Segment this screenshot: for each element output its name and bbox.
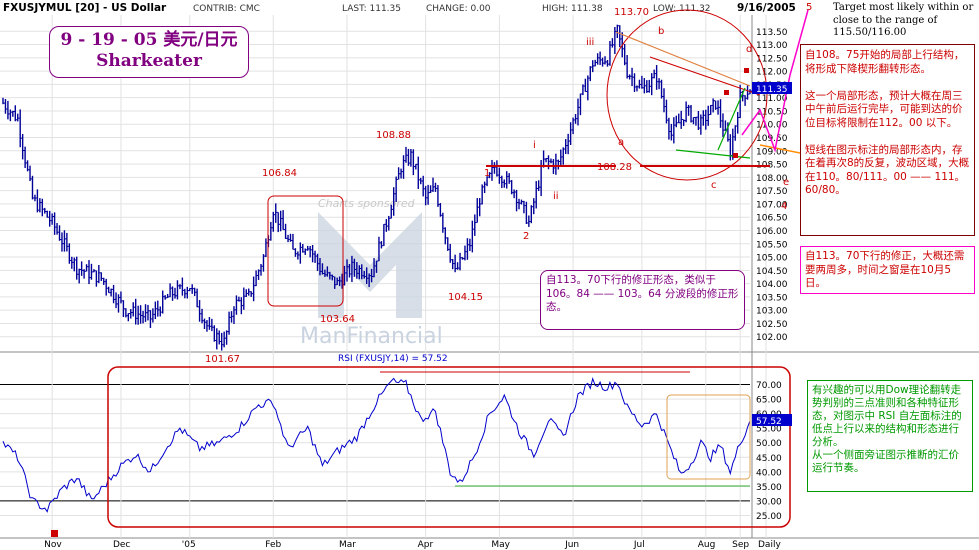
date-label: 9/16/2005: [737, 2, 796, 14]
price-tick-label: 103.50: [756, 293, 788, 303]
month-label: Jul: [633, 540, 645, 550]
wave-label: b: [658, 26, 664, 37]
price-tick-label: 105.50: [756, 240, 788, 250]
wave-label: d: [746, 44, 752, 55]
rsi-tick-label: 50.00: [756, 439, 782, 449]
rsi-low-marker: [51, 530, 58, 537]
wave-label: 2: [523, 231, 529, 242]
month-label: Aug: [698, 540, 716, 550]
price-annotation: 113.70: [614, 7, 649, 18]
wave-label: e: [783, 177, 789, 188]
pivot-marker: [744, 68, 749, 73]
watermark-brand: ManFinancial: [300, 324, 443, 349]
month-label: Apr: [418, 540, 434, 550]
price-tick-label: 102.50: [756, 320, 788, 330]
rsi-title: RSI (FXUSJY,14) = 57.52: [338, 354, 448, 364]
rsi-tick-label: 25.00: [756, 512, 782, 522]
price-annotation: 103.64: [320, 314, 355, 325]
price-annotation: 108.88: [376, 130, 411, 141]
last-price-value: 111.35: [756, 85, 788, 95]
price-tick-label: 111.00: [756, 94, 788, 104]
month-label: Feb: [265, 540, 281, 550]
month-label: '05: [182, 540, 196, 550]
pivot-marker: [733, 153, 738, 158]
last-label: LAST: 111.35: [342, 4, 401, 14]
price-annotation: 101.67: [205, 354, 240, 365]
price-tick-label: 106.00: [756, 227, 788, 237]
month-label: Nov: [44, 540, 62, 550]
rsi-line: [2, 377, 751, 513]
rsi-tick-label: 35.00: [756, 483, 782, 493]
pivot-marker: [724, 90, 729, 95]
wave-label: c: [711, 180, 717, 191]
price-tick-label: 104.00: [756, 280, 788, 290]
rsi-local-box: [666, 394, 751, 480]
watermark-sponsor: Charts sponsored: [318, 197, 416, 210]
rsi-tick-label: 65.00: [756, 396, 782, 406]
rsi-tick-label: 45.00: [756, 454, 782, 464]
rsi-tick-label: 40.00: [756, 468, 782, 478]
month-label: Mar: [339, 540, 356, 550]
upper-trendline: [615, 31, 751, 87]
target-note: Target most likely within or close to th…: [833, 2, 974, 38]
wave-label: 5: [806, 2, 812, 13]
wave-label: ii: [553, 191, 559, 202]
price-annotation: 108.28: [597, 162, 632, 173]
title-line-2: Sharkeater: [96, 51, 202, 71]
month-label: Sep: [732, 540, 749, 550]
rsi-analysis-note: 有兴趣的可以用Dow理论翻转走势判别的三点准则和各种特征形态，对图示中 RSI …: [807, 380, 973, 492]
wedge-upper: [649, 56, 761, 96]
price-tick-label: 113.00: [756, 41, 788, 51]
price-tick-label: 104.50: [756, 267, 788, 277]
price-tick-label: 112.00: [756, 68, 788, 78]
analysis-note-timing: 自113。70下行的修正，大概还需要两周多，时间之窗是在10月5日。: [800, 246, 975, 294]
rsi-series: [2, 377, 751, 513]
rsi-tick-label: 70.00: [756, 381, 782, 391]
price-tick-label: 113.50: [756, 28, 788, 38]
contrib-label: CONTRIB: CMC: [193, 4, 260, 14]
month-label: Daily: [758, 540, 781, 550]
month-label: Dec: [113, 540, 130, 550]
rsi-highlight-box: [107, 366, 791, 528]
title-line-1: 9 - 19 - 05 美元/日元: [60, 30, 238, 50]
price-tick-label: 106.50: [756, 214, 788, 224]
month-label: May: [491, 540, 510, 550]
wave-label: 4: [781, 201, 787, 212]
wave-label: a: [618, 137, 624, 148]
price-tick-label: 102.00: [756, 333, 788, 343]
title-box: 9 - 19 - 05 美元/日元 Sharkeater: [49, 26, 249, 78]
price-tick-label: 107.50: [756, 187, 788, 197]
low-label: LOW: 111.32: [653, 4, 711, 14]
rsi-tick-label: 30.00: [756, 497, 782, 507]
change-label: CHANGE: 0.00: [426, 4, 491, 14]
high-label: HIGH: 111.38: [542, 4, 603, 14]
analysis-note-correction: 自113。70下行的修正形态，类似于 106。84 —— 103。64 分波段的…: [540, 270, 745, 330]
symbol-label: FXUSJYMUL [20] - US Dollar: [3, 2, 167, 14]
wave-label: 1: [484, 168, 490, 179]
price-tick-label: 109.00: [756, 147, 788, 157]
rsi-value-tag: 57.52: [756, 417, 782, 427]
price-annotation: 106.84: [262, 168, 297, 179]
month-label: Jun: [564, 540, 579, 550]
chart-screenshot: FXUSJYMUL [20] - US Dollar CONTRIB: CMC …: [0, 0, 979, 550]
wave-label: iii: [586, 37, 594, 48]
price-tick-label: 103.00: [756, 307, 788, 317]
price-annotation: 104.15: [448, 292, 483, 303]
watermark-logo: [318, 212, 422, 318]
analysis-note-main: 自108。75开始的局部上行结构，将形成下降楔形翻转形态。 这一个局部形态，预计…: [800, 44, 975, 236]
price-tick-label: 105.00: [756, 254, 788, 264]
wave-label: i: [533, 140, 536, 151]
